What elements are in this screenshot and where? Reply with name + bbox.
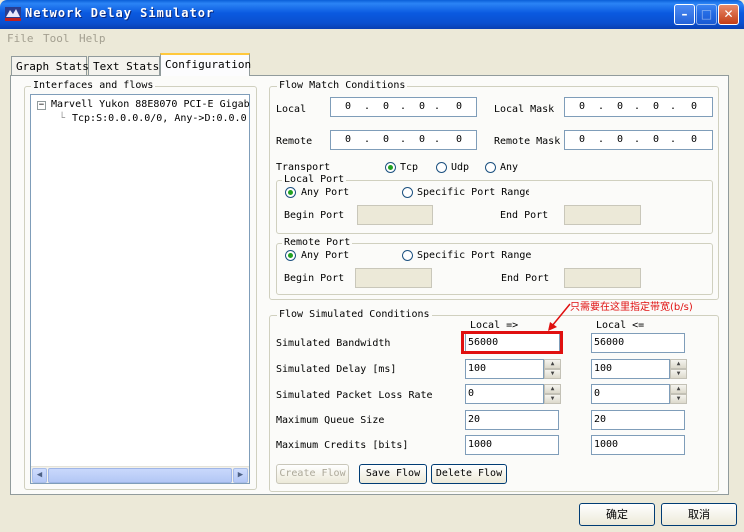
remote-end-port-input[interactable] xyxy=(564,268,641,288)
spin-down-icon[interactable]: ▼ xyxy=(544,369,561,379)
transport-tcp-label[interactable]: Tcp xyxy=(400,162,418,173)
app-icon xyxy=(5,7,21,21)
spin-up-icon[interactable]: ▲ xyxy=(670,384,687,394)
spin-down-icon[interactable]: ▼ xyxy=(544,394,561,404)
spin-down-icon[interactable]: ▼ xyxy=(670,394,687,404)
interfaces-group-title: Interfaces and flows xyxy=(31,80,156,91)
scrollbar-thumb[interactable] xyxy=(48,468,232,483)
local-mask-label: Local Mask xyxy=(494,104,555,115)
column-local-out: Local => xyxy=(470,320,519,331)
scroll-right-icon[interactable]: ▶ xyxy=(233,468,248,483)
spin-up-icon[interactable]: ▲ xyxy=(544,359,561,369)
menu-help[interactable]: Help xyxy=(79,32,106,45)
bandwidth-highlight-box xyxy=(461,331,563,354)
packet-loss-in-input[interactable]: 0 xyxy=(591,384,670,404)
local-any-port-radio[interactable] xyxy=(285,187,296,198)
transport-tcp-radio[interactable] xyxy=(385,162,396,173)
remote-end-port-label: End Port xyxy=(501,273,550,284)
maximize-button: □ xyxy=(696,4,717,25)
remote-specific-port-label[interactable]: Specific Port Range xyxy=(417,250,531,261)
close-button[interactable]: ✕ xyxy=(718,4,739,25)
local-begin-port-label: Begin Port xyxy=(284,210,345,221)
cancel-button[interactable]: 取消 xyxy=(661,503,737,526)
local-begin-port-input[interactable] xyxy=(357,205,433,225)
horizontal-scrollbar[interactable]: ◀ ▶ xyxy=(31,466,249,483)
packet-loss-out-spinner[interactable]: ▲ ▼ xyxy=(544,384,561,404)
packet-loss-out-input[interactable]: 0 xyxy=(465,384,544,404)
remote-mask-label: Remote Mask xyxy=(494,136,561,147)
delay-out-input[interactable]: 100 xyxy=(465,359,544,379)
tree-item-flow[interactable]: Tcp:S:0.0.0.0/0, Any->D:0.0.0.0/0 xyxy=(72,113,249,124)
window-title: Network Delay Simulator xyxy=(25,6,215,20)
transport-any-label[interactable]: Any xyxy=(500,162,518,173)
create-flow-button[interactable]: Create Flow xyxy=(276,464,349,484)
bandwidth-label: Simulated Bandwidth xyxy=(276,338,391,349)
local-port-title: Local Port xyxy=(282,174,347,185)
queue-size-in-input[interactable]: 20 xyxy=(591,410,685,430)
remote-specific-port-radio[interactable] xyxy=(402,250,413,261)
spin-down-icon[interactable]: ▼ xyxy=(670,369,687,379)
remote-mask-input[interactable]: 0. 0. 0. 0 xyxy=(564,130,713,150)
credits-label: Maximum Credits [bits] xyxy=(276,440,409,451)
delay-in-input[interactable]: 100 xyxy=(591,359,670,379)
menu-file[interactable]: File xyxy=(7,32,34,45)
local-end-port-input[interactable] xyxy=(564,205,641,225)
transport-udp-radio[interactable] xyxy=(436,162,447,173)
remote-any-port-label[interactable]: Any Port xyxy=(301,250,349,261)
save-flow-button[interactable]: Save Flow xyxy=(359,464,427,484)
flow-match-title: Flow Match Conditions xyxy=(277,80,408,91)
delete-flow-button[interactable]: Delete Flow xyxy=(431,464,507,484)
tab-graph-stats[interactable]: Graph Stats xyxy=(11,56,89,75)
spin-up-icon[interactable]: ▲ xyxy=(670,359,687,369)
tab-text-stats[interactable]: Text Stats xyxy=(88,56,160,75)
simulated-conditions-title: Flow Simulated Conditions xyxy=(277,309,432,320)
local-end-port-label: End Port xyxy=(500,210,549,221)
remote-begin-port-input[interactable] xyxy=(355,268,432,288)
menu-tool[interactable]: Tool xyxy=(43,32,70,45)
delay-label: Simulated Delay [ms] xyxy=(276,364,397,375)
tree-item-adapter[interactable]: Marvell Yukon 88E8070 PCI-E Gigabit xyxy=(51,99,249,110)
credits-in-input[interactable]: 1000 xyxy=(591,435,685,455)
transport-any-radio[interactable] xyxy=(485,162,496,173)
remote-ip-input[interactable]: 0. 0. 0. 0 xyxy=(330,130,477,150)
local-specific-port-label[interactable]: Specific Port Range xyxy=(417,187,529,198)
packet-loss-in-spinner[interactable]: ▲ ▼ xyxy=(670,384,687,404)
collapse-icon[interactable]: − xyxy=(37,101,46,110)
tab-configuration[interactable]: Configuration xyxy=(160,53,251,76)
scroll-left-icon[interactable]: ◀ xyxy=(32,468,47,483)
queue-size-out-input[interactable]: 20 xyxy=(465,410,559,430)
ok-button[interactable]: 确定 xyxy=(579,503,655,526)
packet-loss-label: Simulated Packet Loss Rate xyxy=(276,390,433,401)
local-mask-input[interactable]: 0. 0. 0. 0 xyxy=(564,97,713,117)
transport-udp-label[interactable]: Udp xyxy=(451,162,469,173)
local-ip-input[interactable]: 0. 0. 0. 0 xyxy=(330,97,477,117)
queue-size-label: Maximum Queue Size xyxy=(276,415,385,426)
credits-out-input[interactable]: 1000 xyxy=(465,435,559,455)
title-bar: Network Delay Simulator – □ ✕ xyxy=(0,0,744,29)
local-label: Local xyxy=(276,104,307,115)
transport-label: Transport xyxy=(276,162,331,173)
delay-in-spinner[interactable]: ▲ ▼ xyxy=(670,359,687,379)
bandwidth-in-input[interactable]: 56000 xyxy=(591,333,685,353)
minimize-button[interactable]: – xyxy=(674,4,695,25)
remote-any-port-radio[interactable] xyxy=(285,250,296,261)
local-specific-port-radio[interactable] xyxy=(402,187,413,198)
delay-out-spinner[interactable]: ▲ ▼ xyxy=(544,359,561,379)
remote-port-title: Remote Port xyxy=(282,237,353,248)
local-any-port-label[interactable]: Any Port xyxy=(301,187,349,198)
remote-begin-port-label: Begin Port xyxy=(284,273,345,284)
annotation-text: 只需要在这里指定带宽(b/s) xyxy=(570,302,693,313)
interfaces-tree[interactable]: − Marvell Yukon 88E8070 PCI-E Gigabit └ … xyxy=(30,94,250,484)
column-local-in: Local <= xyxy=(596,320,645,331)
spin-up-icon[interactable]: ▲ xyxy=(544,384,561,394)
remote-label: Remote xyxy=(276,136,313,147)
